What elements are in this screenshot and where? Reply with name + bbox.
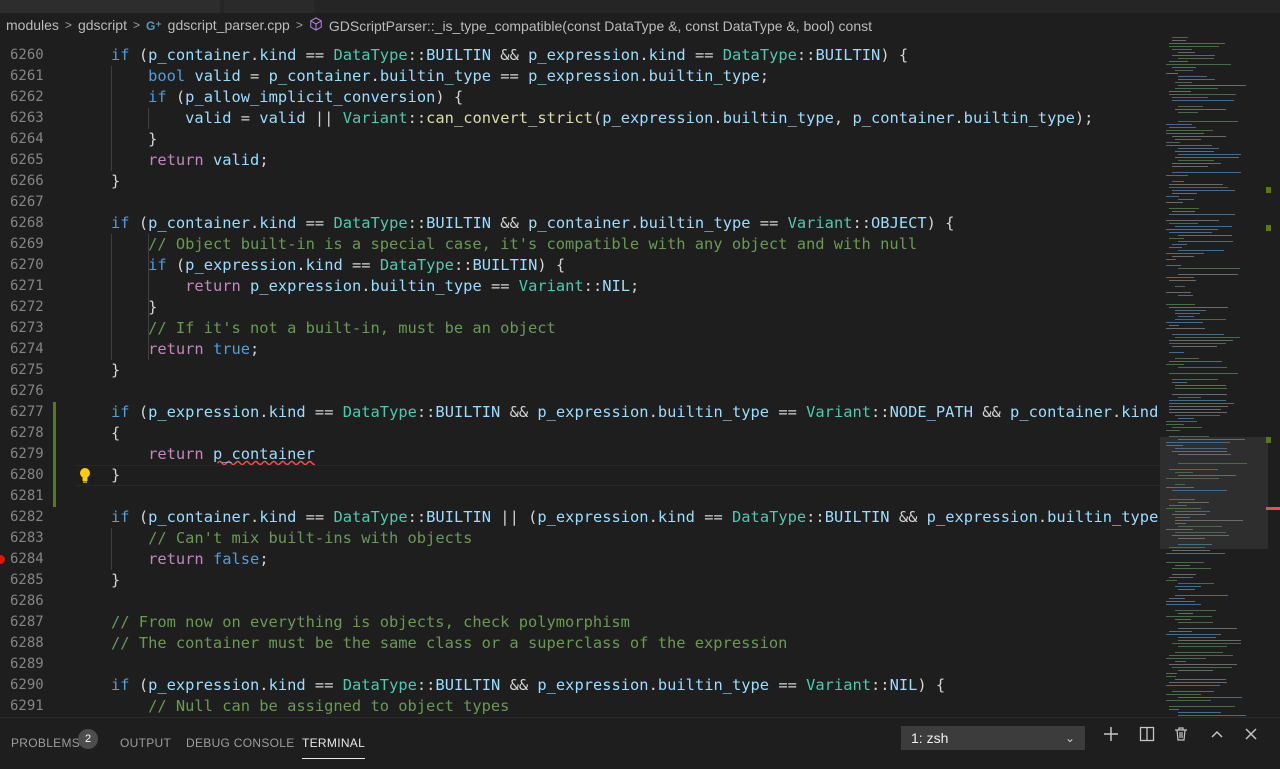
code-line: } — [111, 571, 121, 589]
code-line: valid = valid || Variant::can_convert_st… — [185, 109, 1094, 127]
line-number: 6272 — [10, 299, 44, 315]
line-number: 6277 — [10, 404, 44, 420]
code-line: // Object built-in is a special case, it… — [148, 235, 918, 253]
breakpoint-icon[interactable] — [0, 555, 5, 564]
editor-tab[interactable] — [224, 0, 314, 13]
code-line: if (p_expression.kind == DataType::BUILT… — [148, 256, 566, 274]
terminal-select[interactable]: 1: zsh ⌄ — [901, 726, 1085, 750]
code-line: return true; — [148, 340, 260, 358]
line-number: 6273 — [10, 320, 44, 336]
code-line: } — [111, 172, 121, 190]
chevron-up-icon[interactable] — [1206, 726, 1228, 748]
code-line: // Can't mix built-ins with objects — [148, 529, 473, 547]
code-line: bool valid = p_container.builtin_type ==… — [148, 67, 770, 85]
line-number: 6265 — [10, 152, 44, 168]
line-number: 6263 — [10, 110, 44, 126]
line-number: 6266 — [10, 173, 44, 189]
split-icon[interactable] — [1136, 726, 1158, 748]
line-number: 6274 — [10, 341, 44, 357]
code-line: if (p_expression.kind == DataType::BUILT… — [111, 676, 946, 694]
line-number: 6280 — [10, 467, 44, 483]
cpp-file-icon: G⁺ — [145, 19, 162, 33]
line-number: 6283 — [10, 530, 44, 546]
line-number: 6269 — [10, 236, 44, 252]
tab-terminal[interactable]: TERMINAL — [302, 736, 366, 759]
code-line: return false; — [148, 550, 269, 568]
tab-strip — [0, 0, 1280, 13]
line-number: 6286 — [10, 593, 44, 609]
line-number: 6268 — [10, 215, 44, 231]
code-line: { — [111, 424, 121, 442]
panel-bar: PROBLEMS 2 OUTPUT DEBUG CONSOLE TERMINAL… — [0, 717, 1280, 769]
code-line: return p_container — [148, 445, 315, 463]
line-number: 6284 — [10, 551, 44, 567]
line-number: 6289 — [10, 656, 44, 672]
line-number: 6261 — [10, 68, 44, 84]
line-number: 6281 — [10, 488, 44, 504]
code-line: // From now on everything is objects, ch… — [111, 613, 630, 631]
line-number: 6279 — [10, 446, 44, 462]
line-number: 6275 — [10, 362, 44, 378]
line-number: 6278 — [10, 425, 44, 441]
code-line: } — [111, 361, 121, 379]
tab-output[interactable]: OUTPUT — [120, 736, 171, 750]
line-number: 6285 — [10, 572, 44, 588]
breadcrumb-item[interactable]: G⁺ gdscript_parser.cpp — [146, 17, 292, 33]
breadcrumb-item[interactable]: GDScriptParser::_is_type_compatible(cons… — [309, 16, 874, 34]
tab-problems[interactable]: PROBLEMS — [11, 736, 80, 750]
modified-lines-indicator — [53, 402, 56, 507]
code-line: if (p_container.kind == DataType::BUILTI… — [111, 214, 955, 232]
line-number: 6287 — [10, 614, 44, 630]
line-number: 6267 — [10, 194, 44, 210]
code-line: // If it's not a built-in, must be an ob… — [148, 319, 556, 337]
line-number: 6291 — [10, 698, 44, 714]
breadcrumb: modules > gdscript > G⁺ gdscript_parser.cpp > G… — [0, 13, 1280, 37]
line-number: 6290 — [10, 677, 44, 693]
current-line-highlight — [75, 465, 1160, 486]
breadcrumb-separator-icon: > — [132, 18, 140, 32]
tab-debug-console[interactable]: DEBUG CONSOLE — [186, 736, 295, 750]
code-line: } — [111, 130, 158, 148]
code-line: return p_expression.builtin_type == Vari… — [185, 277, 640, 295]
terminal-select-value: 1: zsh — [911, 730, 949, 746]
line-number: 6262 — [10, 89, 44, 105]
code-line: if (p_allow_implicit_conversion) { — [148, 88, 464, 106]
code-editor[interactable]: 6260 6261 6262 6263 6264 6265 6266 6267 6268 6269… — [0, 37, 1160, 717]
code-line: if (p_container.kind == DataType::BUILTI… — [111, 46, 909, 64]
editor-scrollbar[interactable] — [1266, 37, 1280, 717]
close-icon[interactable] — [1240, 726, 1262, 748]
trash-icon[interactable] — [1170, 726, 1192, 748]
line-gutter: 6260 6261 6262 6263 6264 6265 6266 6267 6268 6269… — [0, 37, 90, 717]
line-number: 6276 — [10, 383, 44, 399]
breadcrumb-separator-icon: > — [64, 18, 72, 32]
code-line: if (p_expression.kind == DataType::BUILT… — [111, 403, 1159, 421]
method-icon — [309, 16, 323, 34]
code-line: // Null can be assigned to object types — [148, 697, 510, 715]
plus-icon[interactable] — [1100, 726, 1122, 748]
breadcrumb-item[interactable]: modules — [6, 17, 61, 33]
editor-tab-active[interactable] — [0, 0, 220, 13]
code-line: return valid; — [148, 151, 269, 169]
chevron-down-icon: ⌄ — [1064, 731, 1075, 745]
code-line: } — [111, 298, 158, 316]
line-number: 6270 — [10, 257, 44, 273]
breadcrumb-separator-icon: > — [295, 18, 303, 32]
breadcrumb-item[interactable]: gdscript — [78, 17, 129, 33]
line-number: 6271 — [10, 278, 44, 294]
line-number: 6260 — [10, 47, 44, 63]
line-number: 6264 — [10, 131, 44, 147]
line-number: 6282 — [10, 509, 44, 525]
problems-count-badge: 2 — [78, 729, 98, 749]
code-line: // The container must be the same class … — [111, 634, 788, 652]
minimap[interactable] — [1160, 37, 1280, 717]
line-number: 6288 — [10, 635, 44, 651]
code-line: if (p_container.kind == DataType::BUILTI… — [111, 508, 1159, 526]
